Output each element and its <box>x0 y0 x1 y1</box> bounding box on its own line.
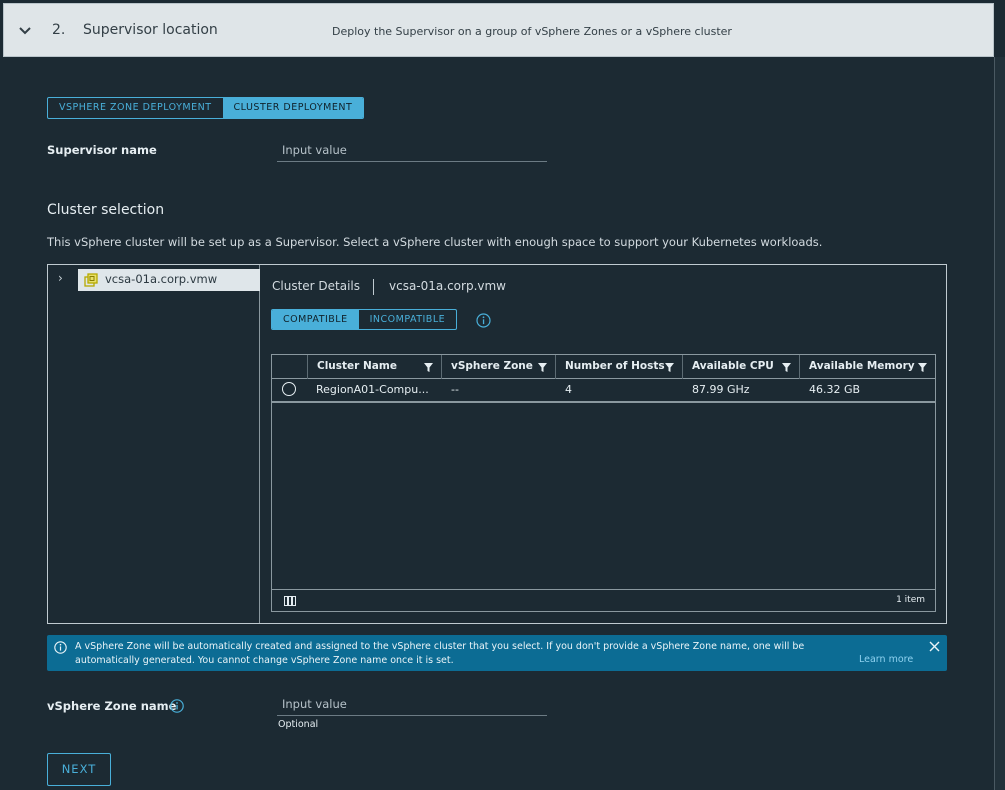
cluster-selection-title: Cluster selection <box>47 202 165 218</box>
column-cluster-name[interactable]: Cluster Name <box>307 355 441 379</box>
column-label: Available Memory <box>809 360 915 372</box>
cluster-datagrid: Cluster Name vSphere Zone Number of Host… <box>271 354 936 612</box>
deployment-type-toggle: VSPHERE ZONE DEPLOYMENT CLUSTER DEPLOYME… <box>47 97 365 119</box>
step-description: Deploy the Supervisor on a group of vSph… <box>332 25 732 38</box>
info-alert: A vSphere Zone will be automatically cre… <box>47 635 947 671</box>
next-button[interactable]: NEXT <box>47 753 111 786</box>
cell-available-cpu: 87.99 GHz <box>692 383 750 396</box>
cell-vsphere-zone: -- <box>451 383 459 396</box>
info-icon <box>54 641 67 654</box>
vcenter-icon <box>84 273 98 287</box>
scrollbar[interactable] <box>994 57 1005 790</box>
cluster-selection-description: This vSphere cluster will be set up as a… <box>47 235 823 249</box>
info-icon[interactable] <box>476 313 491 328</box>
tab-compatible[interactable]: COMPATIBLE <box>272 310 359 329</box>
row-select-radio[interactable] <box>282 382 296 396</box>
filter-icon[interactable] <box>538 363 547 372</box>
tab-vsphere-zone-deployment[interactable]: VSPHERE ZONE DEPLOYMENT <box>48 98 223 118</box>
column-label: Number of Hosts <box>565 360 665 372</box>
filter-icon[interactable] <box>918 363 927 372</box>
cell-number-of-hosts: 4 <box>565 383 572 396</box>
column-available-cpu[interactable]: Available CPU <box>682 355 799 379</box>
tab-incompatible[interactable]: INCOMPATIBLE <box>359 310 457 329</box>
filter-icon[interactable] <box>424 363 433 372</box>
compatibility-toggle: COMPATIBLE INCOMPATIBLE <box>271 309 458 330</box>
cluster-details-title: Cluster Details <box>272 279 361 293</box>
tree-node-vcenter[interactable]: vcsa-01a.corp.vmw <box>78 269 260 291</box>
column-number-of-hosts[interactable]: Number of Hosts <box>555 355 682 379</box>
chevron-down-icon[interactable] <box>18 24 32 38</box>
column-label: Cluster Name <box>317 360 397 372</box>
inventory-tree: › vcsa-01a.corp.vmw <box>48 265 260 623</box>
grid-header: Cluster Name vSphere Zone Number of Host… <box>272 355 935 379</box>
learn-more-link[interactable]: Learn more <box>859 654 913 665</box>
expand-caret-icon[interactable]: › <box>58 271 63 285</box>
table-row[interactable]: RegionA01-Compu... -- 4 87.99 GHz 46.32 … <box>272 379 935 403</box>
vsphere-zone-name-label: vSphere Zone name <box>47 699 177 713</box>
column-vsphere-zone[interactable]: vSphere Zone <box>441 355 555 379</box>
tab-cluster-deployment[interactable]: CLUSTER DEPLOYMENT <box>222 98 364 118</box>
cell-cluster-name: RegionA01-Compu... <box>316 383 429 396</box>
divider <box>373 279 374 295</box>
cluster-selection-panel: › vcsa-01a.corp.vmw Cluster Details vcsa… <box>47 264 947 624</box>
step-header[interactable]: 2. Supervisor location Deploy the Superv… <box>3 3 994 57</box>
column-label: Available CPU <box>692 360 774 372</box>
cluster-details-host: vcsa-01a.corp.vmw <box>389 279 506 293</box>
close-icon[interactable] <box>929 641 940 652</box>
info-icon[interactable] <box>170 699 184 713</box>
alert-text: A vSphere Zone will be automatically cre… <box>75 641 805 666</box>
filter-icon[interactable] <box>782 363 791 372</box>
cell-available-memory: 46.32 GB <box>809 383 861 396</box>
column-label: vSphere Zone <box>451 360 533 372</box>
item-count: 1 item <box>896 595 925 605</box>
grid-footer: 1 item <box>272 589 935 611</box>
supervisor-name-input[interactable]: Input value <box>277 140 547 162</box>
vsphere-zone-name-input[interactable]: Input value <box>277 694 547 716</box>
step-title: Supervisor location <box>83 22 218 38</box>
tree-node-label: vcsa-01a.corp.vmw <box>105 272 218 286</box>
helper-text: Optional <box>278 719 319 730</box>
supervisor-name-label: Supervisor name <box>47 143 157 157</box>
column-toggle-icon[interactable] <box>284 596 296 606</box>
column-available-memory[interactable]: Available Memory <box>799 355 935 379</box>
filter-icon[interactable] <box>665 363 674 372</box>
step-number: 2. <box>52 22 66 38</box>
